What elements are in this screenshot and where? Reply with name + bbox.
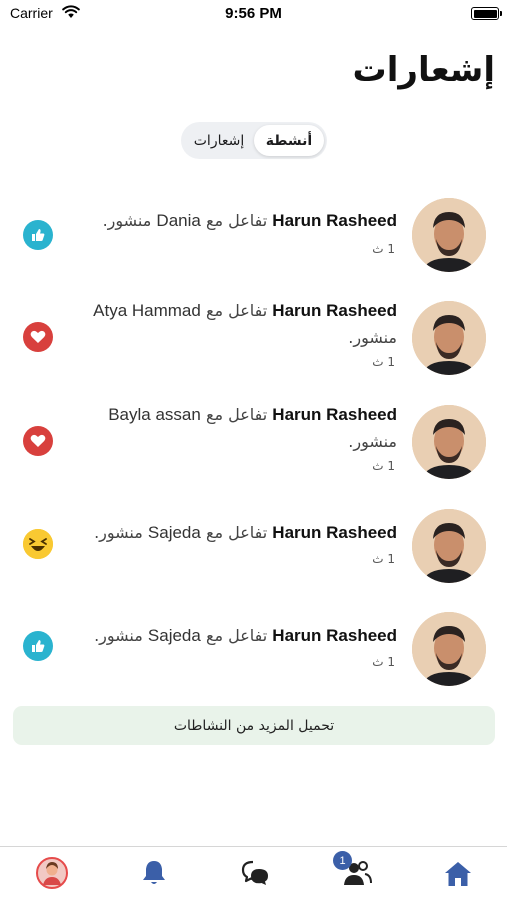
timestamp: 1 ث [372, 552, 395, 566]
notification-item[interactable]: Harun Rasheed تفاعل مع Dania منشور. 1 ث [0, 195, 507, 295]
status-time: 9:56 PM [225, 5, 282, 22]
friends-badge: 1 [333, 851, 352, 870]
object-text: منشور. [348, 328, 397, 347]
notification-item[interactable]: Harun Rasheed تفاعل مع Sajeda منشور. 1 ث [0, 609, 507, 709]
actor-name[interactable]: Harun Rasheed [272, 301, 397, 320]
object-text: منشور. [94, 626, 143, 645]
avatar[interactable] [412, 612, 486, 686]
timestamp: 1 ث [372, 459, 395, 473]
verb-text: تفاعل مع [205, 626, 268, 645]
tab-notifications[interactable]: إشعارات [184, 125, 254, 156]
chat-bubble-icon[interactable] [239, 856, 273, 890]
love-reaction-icon [23, 322, 53, 352]
verb-text: تفاعل مع [205, 211, 268, 230]
actor-name[interactable]: Harun Rasheed [272, 405, 397, 424]
avatar[interactable] [412, 405, 486, 479]
status-bar: Carrier 9:56 PM [0, 0, 507, 28]
like-reaction-icon [23, 631, 53, 661]
actor-name[interactable]: Harun Rasheed [272, 626, 397, 645]
object-text: منشور. [94, 523, 143, 542]
actor-name[interactable]: Harun Rasheed [272, 523, 397, 542]
notification-text: Harun Rasheed تفاعل مع Sajeda منشور. [67, 519, 397, 546]
like-reaction-icon [23, 220, 53, 250]
notification-item[interactable]: Harun Rasheed تفاعل مع Bayla assan منشور… [0, 402, 507, 502]
notification-text: Harun Rasheed تفاعل مع Bayla assan منشور… [67, 401, 397, 455]
verb-text: تفاعل مع [205, 301, 268, 320]
avatar[interactable] [412, 198, 486, 272]
target-name[interactable]: Sajeda [148, 523, 201, 542]
segmented-control: إشعارات أنشطة [181, 122, 327, 159]
load-more-button[interactable]: تحميل المزيد من النشاطات [13, 706, 495, 745]
target-name[interactable]: Bayla assan [108, 405, 201, 424]
notification-item[interactable]: Harun Rasheed تفاعل مع Atya Hammad منشور… [0, 298, 507, 398]
home-icon[interactable] [441, 857, 475, 891]
notification-text: Harun Rasheed تفاعل مع Atya Hammad منشور… [67, 297, 397, 351]
notification-item[interactable]: Harun Rasheed تفاعل مع Sajeda منشور. 1 ث [0, 506, 507, 606]
object-text: منشور. [348, 432, 397, 451]
actor-name[interactable]: Harun Rasheed [272, 211, 397, 230]
timestamp: 1 ث [372, 355, 395, 369]
notification-text: Harun Rasheed تفاعل مع Dania منشور. [67, 207, 397, 234]
verb-text: تفاعل مع [205, 405, 268, 424]
love-reaction-icon [23, 426, 53, 456]
profile-avatar[interactable] [35, 856, 69, 890]
bell-icon[interactable] [137, 856, 171, 890]
timestamp: 1 ث [372, 655, 395, 669]
tab-activity[interactable]: أنشطة [254, 125, 324, 156]
avatar[interactable] [412, 301, 486, 375]
page-title: إشعارات [352, 50, 495, 90]
verb-text: تفاعل مع [205, 523, 268, 542]
target-name[interactable]: Sajeda [148, 626, 201, 645]
timestamp: 1 ث [372, 242, 395, 256]
object-text: منشور. [102, 211, 152, 230]
notification-text: Harun Rasheed تفاعل مع Sajeda منشور. [67, 622, 397, 649]
battery-icon [471, 7, 502, 20]
target-name[interactable]: Dania [156, 211, 200, 230]
haha-reaction-icon [23, 529, 53, 559]
target-name[interactable]: Atya Hammad [93, 301, 201, 320]
avatar[interactable] [412, 509, 486, 583]
